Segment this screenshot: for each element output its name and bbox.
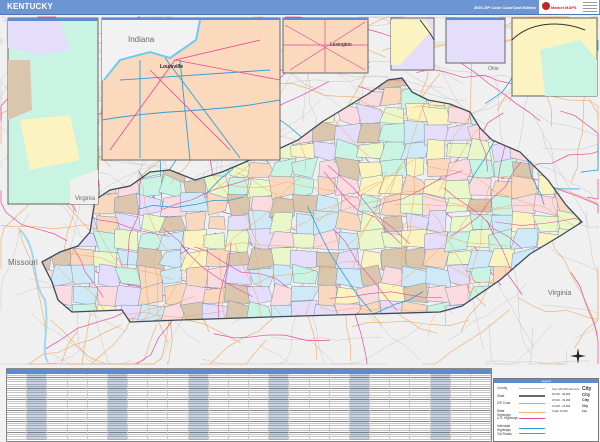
index-column [67,374,88,440]
city-size-sample: City [582,404,589,408]
county-area[interactable] [202,287,228,304]
legend-item-label: Toll Roads [497,431,512,436]
index-column [27,374,48,440]
city-size-item: 10,000 - 24,999 City [552,404,596,408]
kentucky-map[interactable]: Virginia Indiana Louisville Lexington Oh… [0,15,600,367]
state-label-virginia-inset: Virginia [75,196,96,202]
index-column [450,374,471,440]
county-area[interactable] [317,175,336,197]
index-column [309,374,330,440]
legend-item: County [497,386,549,390]
publisher-logo: Market MAPS [539,0,599,14]
legend-header: Legend [494,379,598,383]
inset-cincinnati[interactable] [511,17,598,97]
legend-item-label: State [497,393,505,398]
legend-item-label: U.S. Highways [497,416,518,421]
legend-item: State [497,394,549,398]
map-title: KENTUCKY [7,2,54,11]
county-area[interactable] [224,229,251,254]
county-area[interactable] [449,215,475,233]
legend-swatch [519,433,545,435]
index-column [329,374,350,440]
legend-swatch [519,387,545,389]
index-column [370,374,391,440]
city-size-label: Under 10,000 [552,410,568,413]
county-area[interactable] [356,142,384,159]
state-label-virginia: Virginia [548,290,571,297]
city-size-sample: City [582,410,587,413]
city-size-label: 25,000 - 49,999 [552,398,571,402]
county-area[interactable] [318,284,338,308]
index-column [470,374,492,440]
index-column [208,374,229,440]
legend-swatch [519,412,545,414]
index-column [7,374,28,440]
index-column [168,374,189,440]
county-area[interactable] [378,122,407,145]
index-column [87,374,108,440]
legend-item: U.S. Highways [497,416,549,420]
zip-code-index [6,368,492,442]
state-label-ohio: Ohio [488,66,499,72]
index-column [228,374,250,440]
city-size-label: 50,000 - 99,999 [552,393,571,396]
county-area[interactable] [203,232,226,251]
city-size-sample: City [582,398,590,402]
state-label-indiana: Indiana [128,35,155,44]
title-bar: KENTUCKY 2026 ZIP Code ColorCast Edition… [0,0,600,15]
edition-label: 2026 ZIP Code ColorCast Edition [473,5,536,10]
city-size-item: Under 10,000 City [552,410,596,413]
logo-fineprint [583,2,597,12]
legend-item-label: County [497,386,508,390]
county-area[interactable] [114,285,143,307]
index-column [148,374,169,440]
city-label-louisville: Louisville [160,64,183,70]
logo-text: Market MAPS [551,5,577,10]
index-column [430,374,451,440]
city-size-label: Over 100,000 and more [552,387,580,391]
index-column [47,374,68,440]
legend: Legend County State ZIP Code State Highways… [493,378,599,442]
city-size-sample: City [582,392,591,397]
legend-swatch [519,417,545,419]
inset-louisville[interactable]: Indiana Louisville [101,17,281,161]
state-label-missouri: Missouri [8,258,38,267]
inset-lexington[interactable]: Lexington [282,17,369,74]
county-area[interactable] [400,228,428,248]
inset-northern[interactable]: Virginia [7,17,99,205]
inset-northern-kentucky[interactable] [390,17,435,71]
legend-item: ZIP Code [497,401,549,405]
county-area[interactable] [444,179,472,200]
legend-item: Toll Roads [497,432,549,436]
county-area[interactable] [207,216,226,230]
legend-swatch [519,402,545,404]
city-label-lexington: Lexington [330,42,352,48]
city-size-item: 25,000 - 49,999 City [552,398,596,402]
index-column [289,374,310,440]
county-area[interactable] [137,175,163,198]
legend-swatch [519,394,545,397]
index-column [269,374,290,440]
index-column [390,374,411,440]
city-size-label: 10,000 - 24,999 [552,404,571,408]
county-area[interactable] [113,228,139,252]
index-column [410,374,431,440]
legend-swatch [519,427,545,429]
county-area[interactable] [70,264,95,285]
index-column [349,374,371,440]
index-column [188,374,209,440]
index-columns [7,374,492,440]
legend-item-label: ZIP Code [497,401,511,406]
index-column [249,374,270,440]
city-size-item: 50,000 - 99,999 City [552,392,596,397]
index-column [107,374,129,440]
logo-mark-icon [542,2,550,10]
index-column [128,374,149,440]
